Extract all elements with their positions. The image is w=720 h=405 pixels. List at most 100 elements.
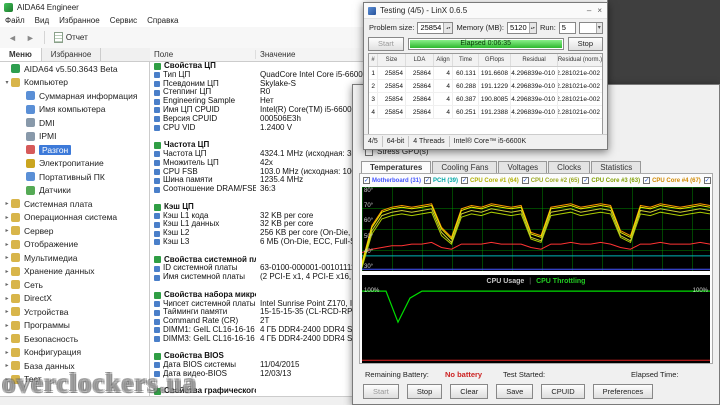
legend-item[interactable]: ✓ PCH (39) (424, 177, 458, 184)
minimize-icon[interactable]: – (587, 6, 591, 15)
test-button[interactable]: Start (363, 384, 399, 399)
legend-item[interactable]: ✓ CPU Core #2 (65) (521, 177, 579, 184)
tab-menu[interactable]: Меню (0, 48, 42, 61)
tree-item[interactable]: Электропитание (0, 157, 149, 171)
menu-item[interactable]: Вид (35, 16, 49, 25)
tree-expand-icon[interactable] (3, 335, 11, 342)
tree-expand-icon[interactable] (3, 214, 11, 221)
tree-item[interactable]: Портативный ПК (0, 170, 149, 184)
tree-expand-icon[interactable] (3, 376, 11, 383)
tree-expand-icon[interactable] (3, 241, 11, 248)
tree-item[interactable]: AIDA64 v5.50.3643 Beta (0, 62, 149, 76)
back-arrow-icon[interactable]: ◄ (5, 32, 20, 44)
tree-item[interactable]: Сервер (0, 224, 149, 238)
table-header-cell[interactable]: # (369, 54, 378, 66)
legend-item[interactable]: ✓ CPU Core #1 (64) (461, 177, 519, 184)
table-row[interactable]: 1 25854 25864 4 60.131 191.6608 4.296839… (369, 67, 602, 80)
tree-item[interactable]: DirectX (0, 292, 149, 306)
tree-item[interactable]: Сеть (0, 278, 149, 292)
legend-checkbox[interactable]: ✓ (582, 177, 590, 184)
run-units-dropdown[interactable]: ▾ (578, 21, 603, 34)
table-header-cell[interactable]: LDA (406, 54, 434, 66)
results-table: # Size LDA Align Time GFlops Residual Residual … (368, 53, 603, 136)
forward-arrow-icon[interactable]: ► (23, 32, 38, 44)
field-icon (154, 309, 160, 316)
table-header-cell[interactable]: Align (434, 54, 453, 66)
tree-item[interactable]: База данных (0, 359, 149, 373)
tree-item[interactable]: Разгон (0, 143, 149, 157)
tree-item[interactable]: Датчики (0, 184, 149, 198)
legend-item[interactable]: ✓ Temperature #2 (47) (703, 177, 711, 184)
menu-item[interactable]: Избранное (59, 16, 100, 25)
legend-item[interactable]: ✓ CPU Core #3 (63) (582, 177, 640, 184)
linx-start-button[interactable]: Start (368, 36, 404, 51)
tree-expand-icon[interactable] (3, 349, 11, 356)
tree-item[interactable]: Системная плата (0, 197, 149, 211)
sensor-tab[interactable]: Statistics (591, 161, 642, 173)
test-button[interactable]: Save (496, 384, 534, 399)
table-header-cell[interactable]: Time (453, 54, 479, 66)
legend-checkbox[interactable]: ✓ (461, 177, 469, 184)
tree-expand-icon[interactable] (3, 308, 11, 315)
legend-checkbox[interactable]: ✓ (643, 177, 651, 184)
tree-item[interactable]: Хранение данных (0, 265, 149, 279)
tree-item[interactable]: DMI (0, 116, 149, 130)
legend-checkbox[interactable]: ✓ (703, 177, 711, 184)
tree-expand-icon[interactable] (3, 227, 11, 234)
tree-item[interactable]: Операционная система (0, 211, 149, 225)
menu-item[interactable]: Сервис (110, 16, 137, 25)
spinner-arrows-icon[interactable]: ▴▾ (443, 22, 453, 33)
tree-item[interactable]: Отображение (0, 238, 149, 252)
test-button[interactable]: Preferences (592, 384, 654, 399)
tree-expand-icon[interactable] (3, 295, 11, 302)
menu-item[interactable]: Справка (147, 16, 178, 25)
tree-item[interactable]: Тест (0, 373, 149, 387)
tree-expand-icon[interactable] (3, 200, 11, 207)
test-button[interactable]: CPUID (541, 384, 585, 399)
tree-item[interactable]: Компьютер (0, 76, 149, 90)
legend-item[interactable]: ✓ CPU Core #4 (67) (643, 177, 701, 184)
test-button[interactable]: Stop (406, 384, 443, 399)
table-header-cell[interactable]: Residual (norm.) (558, 54, 602, 66)
run-input[interactable]: 5 (558, 21, 576, 34)
tree-item[interactable]: Мультимедиа (0, 251, 149, 265)
menu-item[interactable]: Файл (5, 16, 25, 25)
tree-expand-icon[interactable] (3, 322, 11, 329)
table-row[interactable]: 2 25854 25864 4 60.288 191.1229 4.296839… (369, 80, 602, 93)
sensor-tab[interactable]: Temperatures (361, 161, 432, 173)
tree-item[interactable]: Имя компьютера (0, 103, 149, 117)
tree-item[interactable]: IPMI (0, 130, 149, 144)
legend-checkbox[interactable]: ✓ (424, 177, 432, 184)
tree-expand-icon[interactable] (3, 254, 11, 261)
sensor-tab[interactable]: Clocks (548, 161, 591, 173)
tree-item[interactable]: Суммарная информация (0, 89, 149, 103)
tree-expand-icon[interactable] (3, 268, 11, 275)
sensor-tab[interactable]: Cooling Fans (432, 161, 498, 173)
table-row[interactable]: 3 25854 25864 4 60.387 190.8085 4.296839… (369, 93, 602, 106)
legend-item[interactable]: ✓ Motherboard (31) (363, 177, 421, 184)
problem-size-input[interactable]: 25854 ▴▾ (417, 21, 454, 34)
tree-expand-icon[interactable] (3, 79, 11, 86)
table-header-cell[interactable]: Residual (511, 54, 558, 66)
linx-stop-button[interactable]: Stop (567, 36, 603, 51)
tab-favorites[interactable]: Избранное (42, 48, 102, 61)
legend-checkbox[interactable]: ✓ (363, 177, 370, 184)
table-row[interactable]: 4 25854 25864 4 60.251 191.2388 4.296839… (369, 106, 602, 119)
tree-item[interactable]: Устройства (0, 305, 149, 319)
legend-checkbox[interactable]: ✓ (521, 177, 529, 184)
tree-item[interactable]: Безопасность (0, 332, 149, 346)
memory-input[interactable]: 5120 ▴▾ (506, 21, 537, 34)
tree-expand-icon[interactable] (3, 362, 11, 369)
table-header-cell[interactable]: Size (378, 54, 406, 66)
close-icon[interactable]: × (597, 6, 602, 15)
sensor-tab[interactable]: Voltages (498, 161, 548, 173)
linx-titlebar[interactable]: Testing (4/5) - LinX 0.6.5 – × (364, 3, 607, 19)
test-button[interactable]: Clear (450, 384, 489, 399)
tree-expand-icon[interactable] (3, 281, 11, 288)
tree-item[interactable]: Конфигурация (0, 346, 149, 360)
table-header-cell[interactable]: GFlops (479, 54, 511, 66)
tree-item[interactable]: Программы (0, 319, 149, 333)
spinner-arrows-icon[interactable]: ▴▾ (528, 22, 536, 33)
report-button[interactable]: Отчет (51, 31, 91, 44)
column-header-field[interactable]: Поле (150, 50, 256, 59)
